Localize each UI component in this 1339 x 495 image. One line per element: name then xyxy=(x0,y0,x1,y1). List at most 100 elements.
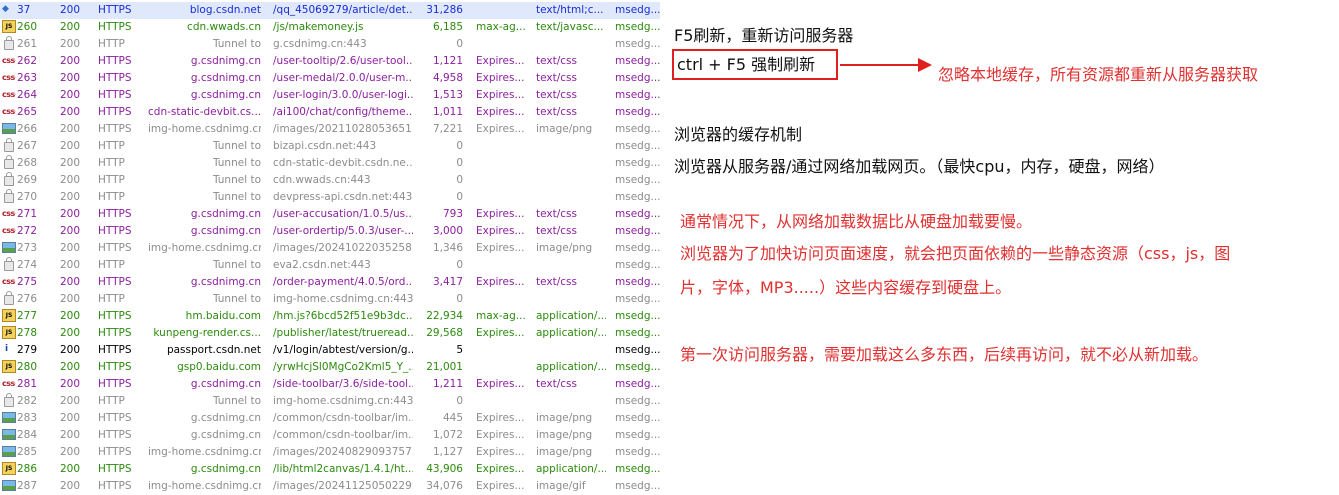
session-row[interactable]: 274 200 HTTP Tunnel to eva2.csdn.net:443 0 mse… xyxy=(0,257,660,274)
session-row[interactable]: 270 200 HTTP Tunnel to devpress-api.csdn.net… xyxy=(0,189,660,206)
session-body: 21,001 xyxy=(426,361,463,373)
session-protocol: HTTP xyxy=(98,293,125,305)
session-row[interactable]: 287 200 HTTPS img-home.csdnimg.cn/images/20… xyxy=(0,478,660,495)
note-red-4: 第一次访问服务器，需要加载这么多东西，后续再访问，就不必从新加载。 xyxy=(680,345,1209,364)
session-protocol: HTTPS xyxy=(98,123,132,135)
session-process: msedg... xyxy=(615,463,660,475)
session-host: g.csdnimg.cn xyxy=(190,72,261,84)
session-row[interactable]: JS 278 200 HTTPS kunpeng-render.cs... /publis… xyxy=(0,325,660,342)
session-row[interactable]: 269 200 HTTP Tunnel to cdn.wwads.cn:443 0 msed… xyxy=(0,172,660,189)
session-row[interactable]: 261 200 HTTP Tunnel to g.csdnimg.cn:443 0 msed… xyxy=(0,36,660,53)
session-row[interactable]: css{271 200 HTTPS g.csdnimg.cn/user-accusat… xyxy=(0,206,660,223)
session-protocol: HTTPS xyxy=(98,55,132,67)
session-row[interactable]: 284 200 HTTPS g.csdnimg.cn/common/csdn-tool… xyxy=(0,427,660,444)
session-caching: Expires... xyxy=(476,480,525,492)
session-process: msedg... xyxy=(615,21,660,33)
session-row[interactable]: css{264 200 HTTPS g.csdnimg.cn/user-login/3… xyxy=(0,87,660,104)
session-ctype: text/html;c... xyxy=(536,4,604,16)
image-file-icon xyxy=(2,478,16,495)
session-result: 200 xyxy=(60,327,81,339)
session-url: /v1/login/abtest/version/g... xyxy=(273,344,413,356)
css-file-icon: css{ xyxy=(2,107,16,116)
session-body: 1,072 xyxy=(432,429,463,441)
session-host: Tunnel to xyxy=(212,174,261,186)
session-host: img-home.csdnimg.cn xyxy=(148,123,261,135)
session-ctype: image/png xyxy=(536,242,593,254)
session-caching xyxy=(476,342,528,359)
session-result: 200 xyxy=(60,225,81,237)
js-file-icon: JS xyxy=(2,308,16,325)
session-ctype: application/... xyxy=(536,310,606,322)
session-row[interactable]: css{262 200 HTTPS g.csdnimg.cn/user-tooltip… xyxy=(0,53,660,70)
session-num: 262 xyxy=(17,55,38,67)
session-row[interactable]: JS 286 200 HTTPS g.csdnimg.cn/lib/html2canva… xyxy=(0,461,660,478)
session-body: 43,906 xyxy=(426,463,463,475)
session-row[interactable]: css{263 200 HTTPS g.csdnimg.cn/user-medal/2… xyxy=(0,70,660,87)
session-url: cdn.wwads.cn:443 xyxy=(273,174,371,186)
session-process: msedg... xyxy=(615,55,660,67)
session-result: 200 xyxy=(60,344,81,356)
session-result: 200 xyxy=(60,259,81,271)
session-ctype: image/png xyxy=(536,412,593,424)
session-row[interactable]: JS 260 200 HTTPS cdn.wwads.cn/js/makemoney.j… xyxy=(0,19,660,36)
session-row[interactable]: 282 200 HTTP Tunnel to img-home.csdnimg.cn:4… xyxy=(0,393,660,410)
session-row[interactable]: 276 200 HTTP Tunnel to img-home.csdnimg.cn:4… xyxy=(0,291,660,308)
session-caching: Expires... xyxy=(476,429,525,441)
session-num: 264 xyxy=(17,89,38,101)
session-url: /qq_45069279/article/det... xyxy=(273,4,413,16)
session-body: 1,346 xyxy=(432,242,463,254)
session-ctype: text/css xyxy=(536,72,577,84)
session-num: 271 xyxy=(17,208,38,220)
session-ctype: text/css xyxy=(536,225,577,237)
session-ctype: image/gif xyxy=(536,480,586,492)
note-red-1: 通常情况下，从网络加载数据比从硬盘加载要慢。 xyxy=(680,212,1033,231)
session-url: img-home.csdnimg.cn:443 xyxy=(273,395,413,407)
session-host: hm.baidu.com xyxy=(185,310,261,322)
session-row[interactable]: 268 200 HTTP Tunnel to cdn-static-devbit.csd… xyxy=(0,155,660,172)
session-row[interactable]: 285 200 HTTPS img-home.csdnimg.cn/images/20… xyxy=(0,444,660,461)
session-ctype: text/css xyxy=(536,208,577,220)
session-num: 267 xyxy=(17,140,38,152)
session-ctype xyxy=(536,189,606,206)
html-doc-icon: ◆ xyxy=(2,4,9,14)
session-num: 269 xyxy=(17,174,38,186)
session-process: msedg... xyxy=(615,361,660,373)
session-row[interactable]: ◆ 37 200 HTTPS blog.csdn.net/qq_45069279/art… xyxy=(0,2,660,19)
session-host: Tunnel to xyxy=(212,191,261,203)
session-protocol: HTTP xyxy=(98,157,125,169)
css-file-icon: css{ xyxy=(2,56,16,65)
session-caching xyxy=(476,291,528,308)
session-result: 200 xyxy=(60,242,81,254)
session-caching xyxy=(476,393,528,410)
session-row[interactable]: JS 277 200 HTTPS hm.baidu.com/hm.js?6bcd52f5… xyxy=(0,308,660,325)
session-row[interactable]: css{275 200 HTTPS g.csdnimg.cn/order-paymen… xyxy=(0,274,660,291)
session-row[interactable]: css{281 200 HTTPS g.csdnimg.cn/side-toolbar… xyxy=(0,376,660,393)
session-url: /user-tooltip/2.6/user-tool... xyxy=(273,55,413,67)
session-ctype xyxy=(536,36,606,53)
session-process: msedg... xyxy=(615,310,660,322)
arrow-line xyxy=(840,64,920,66)
session-ctype: application/... xyxy=(536,463,606,475)
session-process: msedg... xyxy=(615,157,660,169)
session-row[interactable]: 266 200 HTTPS img-home.csdnimg.cn/images/20… xyxy=(0,121,660,138)
session-num: 276 xyxy=(17,293,38,305)
session-row[interactable]: 267 200 HTTP Tunnel to bizapi.csdn.net:443 0 m… xyxy=(0,138,660,155)
note-ignore-cache: 忽略本地缓存，所有资源都重新从服务器获取 xyxy=(938,65,1259,84)
session-ctype xyxy=(536,138,606,155)
session-url: /user-medal/2.0.0/user-m... xyxy=(273,72,413,84)
session-row[interactable]: css{265 200 HTTPS cdn-static-devbit.cs... /a… xyxy=(0,104,660,121)
lock-icon xyxy=(2,189,16,206)
session-row[interactable]: JS 280 200 HTTPS gsp0.baidu.com/yrwHcjSl0MgC… xyxy=(0,359,660,376)
session-row[interactable]: i 279 200 HTTPS passport.csdn.net/v1/login/a… xyxy=(0,342,660,359)
session-host: g.csdnimg.cn xyxy=(190,429,261,441)
session-row[interactable]: 273 200 HTTPS img-home.csdnimg.cn/images/20… xyxy=(0,240,660,257)
session-url: devpress-api.csdn.net:443 xyxy=(273,191,413,203)
session-num: 265 xyxy=(17,106,38,118)
session-ctype xyxy=(536,155,606,172)
session-url: /order-payment/4.0.5/ord... xyxy=(273,276,413,288)
session-protocol: HTTP xyxy=(98,191,125,203)
session-body: 6,185 xyxy=(432,21,463,33)
session-protocol: HTTPS xyxy=(98,72,132,84)
session-row[interactable]: css{272 200 HTTPS g.csdnimg.cn/user-orderti… xyxy=(0,223,660,240)
session-row[interactable]: 283 200 HTTPS g.csdnimg.cn/common/csdn-tool… xyxy=(0,410,660,427)
